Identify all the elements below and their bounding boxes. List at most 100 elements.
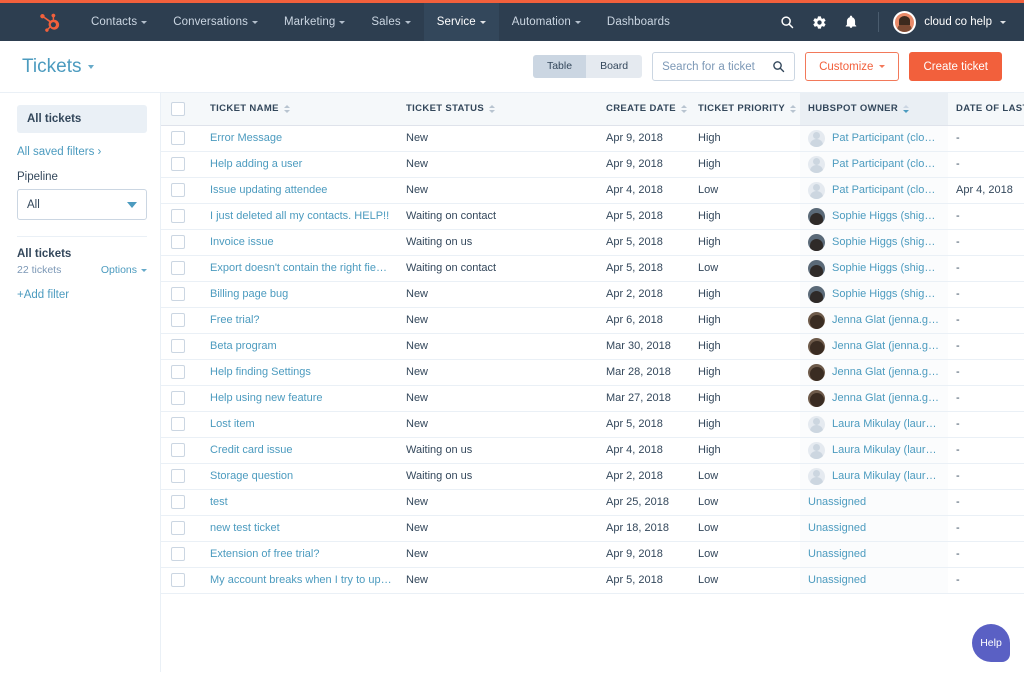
row-checkbox[interactable] [171, 183, 185, 197]
gear-icon[interactable] [804, 7, 834, 37]
row-select-cell[interactable] [161, 437, 202, 464]
column-header-ticket-status[interactable]: TICKET STATUS [398, 93, 598, 126]
ticket-name-link[interactable]: Help adding a user [210, 158, 302, 170]
pipeline-select[interactable]: All [17, 189, 147, 220]
table-row[interactable]: My account breaks when I try to up… New Ap… [161, 567, 1024, 594]
ticket-name-link[interactable]: I just deleted all my contacts. HELP!! [210, 210, 389, 222]
view-toggle-table[interactable]: Table [532, 54, 587, 79]
cell-ticket-name[interactable]: Export doesn't contain the right fie… [202, 255, 398, 282]
table-row[interactable]: Help finding Settings New Mar 28, 2018 High… [161, 359, 1024, 386]
row-checkbox[interactable] [171, 209, 185, 223]
cell-hubspot-owner[interactable]: Laura Mikulay (lauratest…) [800, 437, 948, 464]
owner-link[interactable]: Sophie Higgs (shiggs@…) [832, 262, 940, 274]
row-checkbox[interactable] [171, 131, 185, 145]
row-select-cell[interactable] [161, 203, 202, 230]
row-checkbox[interactable] [171, 235, 185, 249]
column-header-ticket-name[interactable]: TICKET NAME [202, 93, 398, 126]
row-select-cell[interactable] [161, 281, 202, 308]
owner-link[interactable]: Unassigned [808, 574, 866, 586]
row-select-cell[interactable] [161, 177, 202, 204]
row-checkbox[interactable] [171, 469, 185, 483]
cell-hubspot-owner[interactable]: Laura Mikulay (lauratest…) [800, 411, 948, 438]
owner-link[interactable]: Pat Participant (cloudco…) [832, 184, 940, 196]
cell-ticket-name[interactable]: Issue updating attendee [202, 177, 398, 204]
nav-item-conversations[interactable]: Conversations [160, 3, 271, 41]
row-select-cell[interactable] [161, 463, 202, 490]
table-row[interactable]: Help adding a user New Apr 9, 2018 High Pat … [161, 151, 1024, 178]
nav-item-dashboards[interactable]: Dashboards [594, 3, 683, 41]
row-checkbox[interactable] [171, 261, 185, 275]
owner-link[interactable]: Jenna Glat (jenna.glat@…) [832, 366, 940, 378]
ticket-name-link[interactable]: Beta program [210, 340, 277, 352]
ticket-name-link[interactable]: My account breaks when I try to up… [210, 574, 392, 586]
owner-link[interactable]: Sophie Higgs (shiggs@…) [832, 210, 940, 222]
owner-link[interactable]: Pat Participant (cloudco…) [832, 158, 940, 170]
ticket-name-link[interactable]: Help using new feature [210, 392, 323, 404]
nav-item-contacts[interactable]: Contacts [78, 3, 160, 41]
cell-ticket-name[interactable]: Extension of free trial? [202, 541, 398, 568]
row-select-cell[interactable] [161, 255, 202, 282]
nav-item-sales[interactable]: Sales [358, 3, 423, 41]
ticket-name-link[interactable]: Export doesn't contain the right fie… [210, 262, 387, 274]
row-select-cell[interactable] [161, 515, 202, 542]
table-row[interactable]: Storage question Waiting on us Apr 2, 2018… [161, 463, 1024, 490]
nav-item-automation[interactable]: Automation [499, 3, 594, 41]
row-select-cell[interactable] [161, 385, 202, 412]
cell-ticket-name[interactable]: I just deleted all my contacts. HELP!! [202, 203, 398, 230]
cell-ticket-name[interactable]: Lost item [202, 411, 398, 438]
cell-hubspot-owner[interactable]: Unassigned [800, 567, 948, 594]
row-checkbox[interactable] [171, 391, 185, 405]
table-row[interactable]: Error Message New Apr 9, 2018 High Pat Parti… [161, 125, 1024, 152]
owner-link[interactable]: Jenna Glat (jenna.glat@…) [832, 314, 940, 326]
bell-icon[interactable] [836, 7, 866, 37]
owner-link[interactable]: Jenna Glat (jenna.glat@…) [832, 392, 940, 404]
row-select-cell[interactable] [161, 489, 202, 516]
cell-hubspot-owner[interactable]: Jenna Glat (jenna.glat@…) [800, 333, 948, 360]
ticket-name-link[interactable]: new test ticket [210, 522, 280, 534]
cell-hubspot-owner[interactable]: Laura Mikulay (lauratest…) [800, 463, 948, 490]
cell-hubspot-owner[interactable]: Pat Participant (cloudco…) [800, 125, 948, 152]
table-row[interactable]: testNewApr 25, 2018LowUnassigned-Y [161, 489, 1024, 516]
create-ticket-button[interactable]: Create ticket [909, 52, 1002, 81]
search-box[interactable] [652, 52, 796, 81]
table-row[interactable]: Beta program New Mar 30, 2018 High Jenna Gla… [161, 333, 1024, 360]
nav-item-marketing[interactable]: Marketing [271, 3, 358, 41]
cell-hubspot-owner[interactable]: Unassigned [800, 515, 948, 542]
search-input[interactable] [662, 60, 765, 73]
nav-item-service[interactable]: Service [423, 3, 499, 41]
row-select-cell[interactable] [161, 151, 202, 178]
row-select-cell[interactable] [161, 125, 202, 152]
cell-ticket-name[interactable]: test [202, 489, 398, 516]
owner-link[interactable]: Unassigned [808, 522, 866, 534]
row-select-cell[interactable] [161, 229, 202, 256]
cell-ticket-name[interactable]: Help adding a user [202, 151, 398, 178]
table-row[interactable]: Credit card issue Waiting on us Apr 4, 201… [161, 437, 1024, 464]
cell-hubspot-owner[interactable]: Sophie Higgs (shiggs@…) [800, 281, 948, 308]
ticket-name-link[interactable]: Credit card issue [210, 444, 293, 456]
owner-link[interactable]: Laura Mikulay (lauratest…) [832, 470, 940, 482]
cell-hubspot-owner[interactable]: Sophie Higgs (shiggs@…) [800, 255, 948, 282]
column-header-hubspot-owner[interactable]: HUBSPOT OWNER [800, 93, 948, 126]
add-filter-button[interactable]: +Add filter [17, 289, 69, 301]
hubspot-logo-icon[interactable] [22, 11, 78, 33]
row-checkbox[interactable] [171, 521, 185, 535]
row-checkbox[interactable] [171, 547, 185, 561]
cell-ticket-name[interactable]: Invoice issue [202, 229, 398, 256]
cell-ticket-name[interactable]: Free trial? [202, 307, 398, 334]
ticket-name-link[interactable]: Lost item [210, 418, 255, 430]
cell-hubspot-owner[interactable]: Jenna Glat (jenna.glat@…) [800, 359, 948, 386]
column-header-date-of-last-engagement[interactable]: DATE OF LAST ENGAGE… [948, 93, 1024, 126]
ticket-name-link[interactable]: Free trial? [210, 314, 260, 326]
cell-ticket-name[interactable]: Error Message [202, 125, 398, 152]
select-all-checkbox[interactable] [171, 101, 185, 116]
table-row[interactable]: Help using new feature New Mar 27, 2018 Hig… [161, 385, 1024, 412]
owner-link[interactable]: Laura Mikulay (lauratest…) [832, 444, 940, 456]
owner-link[interactable]: Laura Mikulay (lauratest…) [832, 418, 940, 430]
table-row[interactable]: new test ticket New Apr 18, 2018 Low Unassig… [161, 515, 1024, 542]
row-select-cell[interactable] [161, 567, 202, 594]
ticket-name-link[interactable]: test [210, 496, 228, 508]
cell-hubspot-owner[interactable]: Pat Participant (cloudco…) [800, 177, 948, 204]
owner-link[interactable]: Unassigned [808, 496, 866, 508]
cell-hubspot-owner[interactable]: Jenna Glat (jenna.glat@…) [800, 307, 948, 334]
table-row[interactable]: Billing page bug New Apr 2, 2018 High Sophie… [161, 281, 1024, 308]
